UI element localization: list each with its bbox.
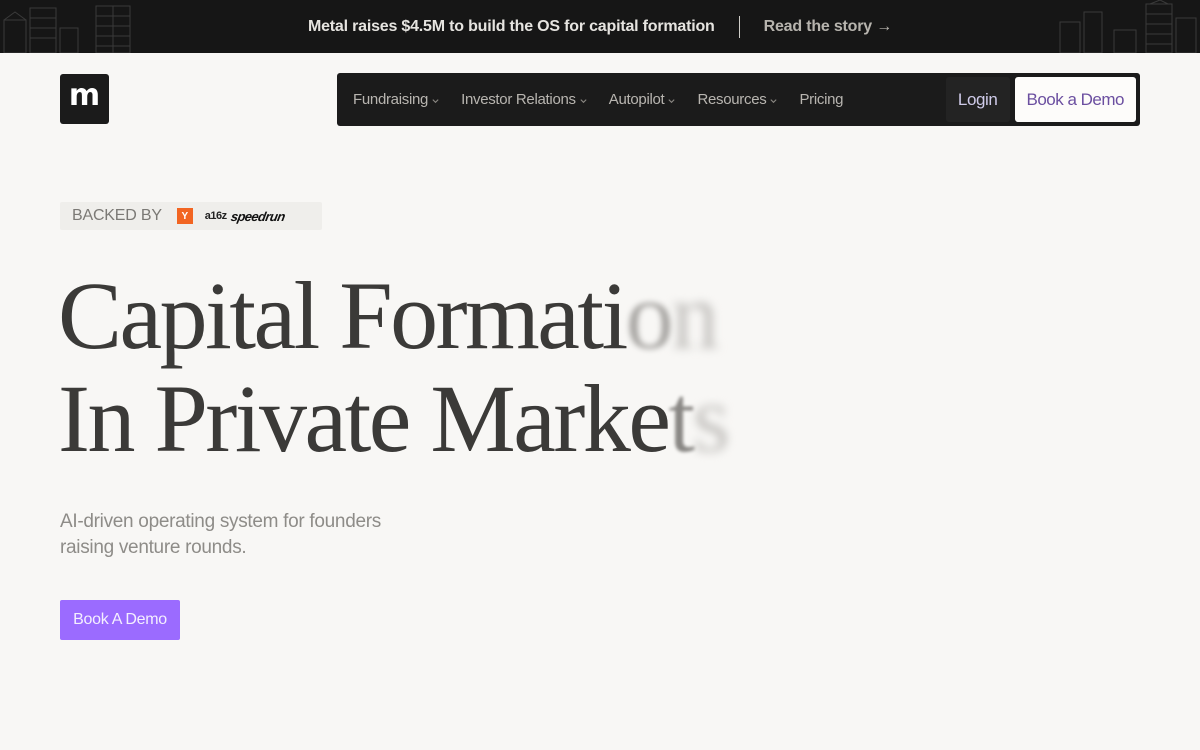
nav-item-label: Pricing [799,91,844,108]
arrow-right-icon: → [876,17,893,35]
nav-item-resources[interactable]: Resources [697,91,778,108]
hero-subtitle-line-1: AI-driven operating system for founders [60,511,381,532]
logo-letter: m [68,78,101,113]
announcement-text: Metal raises $4.5M to build the OS for c… [307,17,715,35]
hero-subtitle: AI-driven operating system for founders … [60,509,440,561]
nav-item-label: Investor Relations [461,91,576,108]
hero-title-line-1-fade-1: o [625,262,674,369]
announcement-bar: Metal raises $4.5M to build the OS for c… [0,0,1200,53]
speedrun-logo: speedrun [229,208,286,224]
hero-subtitle-line-2: raising venture rounds. [60,537,247,558]
read-the-story-link[interactable]: Read the story → [763,17,893,36]
hero-title-line-1-fade-2: n [671,262,719,369]
nav-links: Fundraising Investor Relations Autopilot… [337,73,864,126]
main-navbar: Fundraising Investor Relations Autopilot… [337,73,1140,126]
y-combinator-logo: Y [176,208,193,224]
nav-item-investor-relations[interactable]: Investor Relations [461,91,588,108]
nav-item-label: Resources [697,91,767,108]
metal-logo[interactable]: m [60,74,109,124]
nav-item-autopilot[interactable]: Autopilot [609,91,677,108]
nav-actions: Login Book a Demo [945,73,1140,126]
hero-title-line-2-fade-1: t [668,365,695,472]
nav-item-label: Fundraising [353,91,429,108]
announcement-divider [738,15,740,38]
chevron-down-icon [668,98,676,103]
book-a-demo-button[interactable]: Book a Demo [1014,77,1136,122]
backed-by-badge: BACKED BY Y a16z speedrun [60,202,322,230]
nav-item-pricing[interactable]: Pricing [799,91,843,108]
chevron-down-icon [432,98,439,103]
login-button[interactable]: Login [945,77,1010,122]
backed-by-label: BACKED BY [72,207,162,224]
hero-title-line-2: In Private Markets [58,365,730,472]
hero-title-line-2-fade-2: s [692,365,730,472]
nav-item-label: Autopilot [608,91,665,108]
chevron-down-icon [770,98,778,103]
a16z-logo: a16z [204,210,227,222]
hero-title: Capital Formation In Private Markets [58,264,730,472]
hero-title-line-1-main: Capital Formati [58,262,628,369]
nav-item-fundraising[interactable]: Fundraising [353,91,440,108]
hero-book-a-demo-button[interactable]: Book A Demo [60,600,180,640]
chevron-down-icon [580,98,587,103]
hero-title-line-2-main: In Private Marke [58,365,671,472]
read-the-story-label: Read the story [763,17,873,35]
hero-title-line-1: Capital Formation [58,264,727,367]
